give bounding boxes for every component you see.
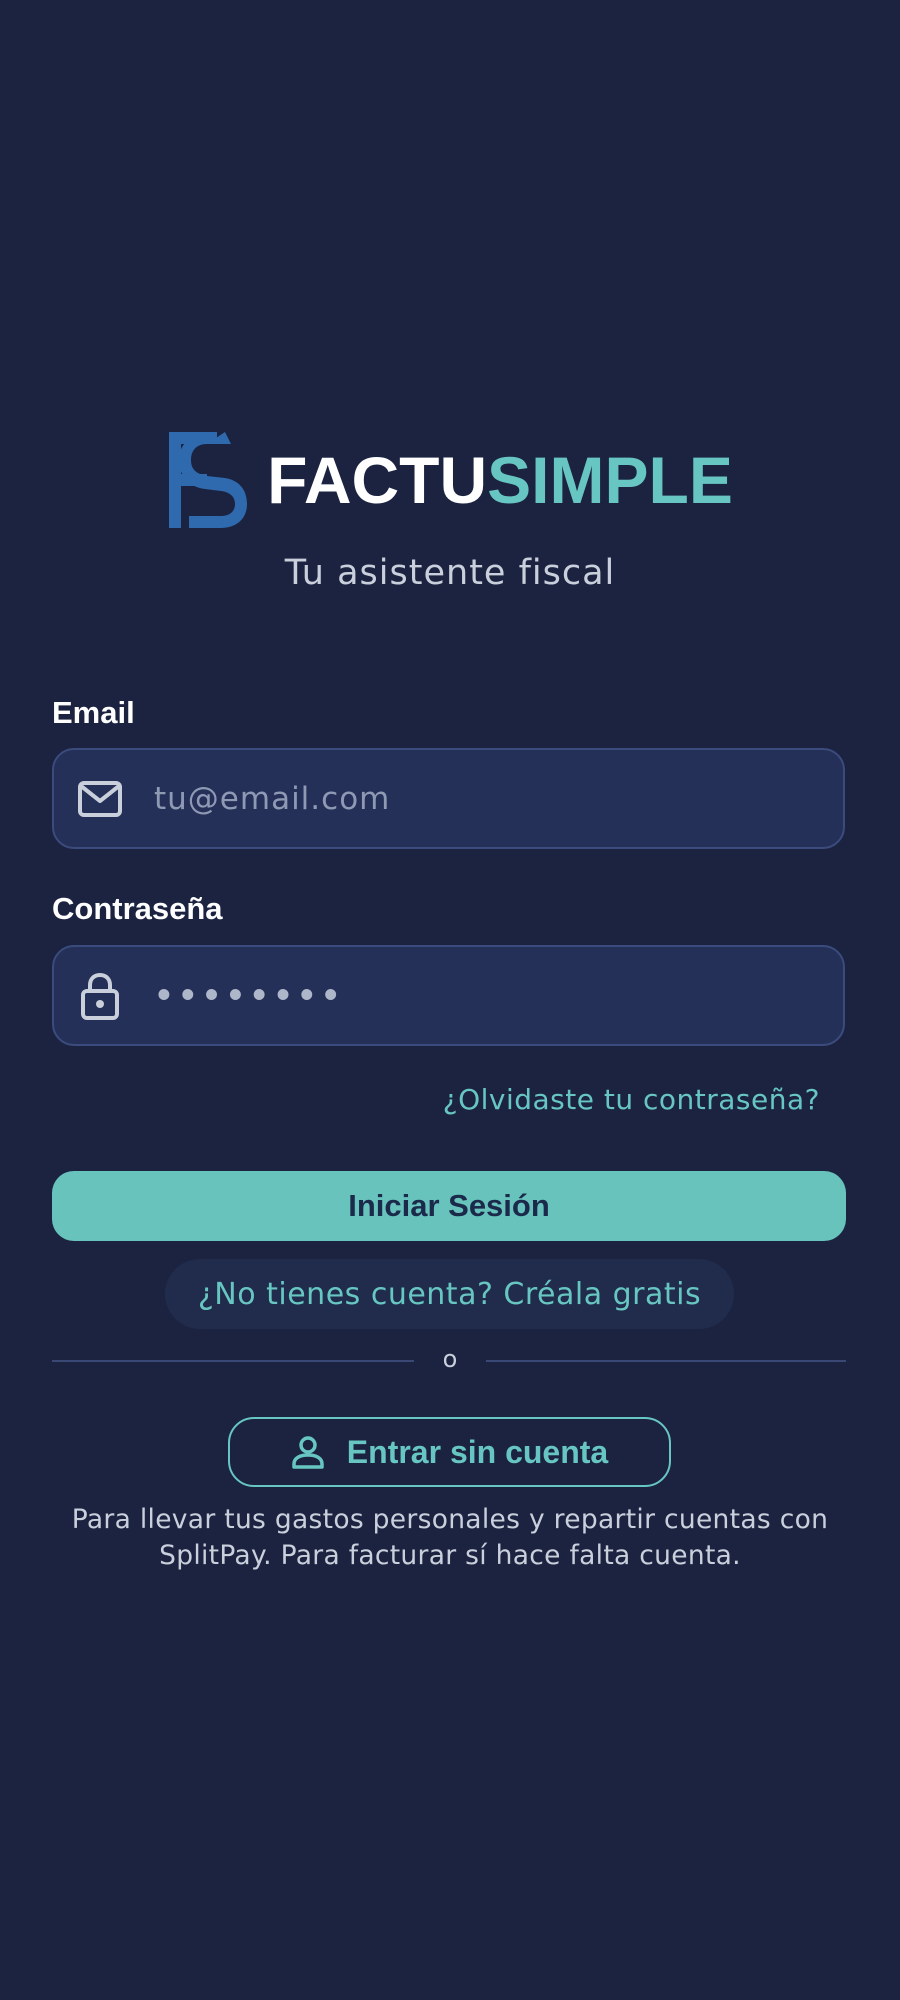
divider-text: o	[442, 1345, 458, 1373]
divider-left	[52, 1360, 414, 1362]
mail-icon	[75, 774, 125, 824]
guest-login-label: Entrar sin cuenta	[346, 1433, 609, 1470]
email-input[interactable]	[152, 779, 843, 818]
logo-mark-icon	[169, 432, 248, 528]
brand-name-part2: SIMPLE	[487, 443, 733, 517]
signup-link[interactable]: ¿No tienes cuenta? Créala gratis	[165, 1259, 734, 1329]
email-label: Email	[52, 695, 135, 730]
password-input[interactable]	[152, 976, 843, 1015]
brand-logo: FACTUSIMPLE	[0, 425, 900, 535]
forgot-password-link[interactable]: ¿Olvidaste tu contraseña?	[443, 1083, 820, 1116]
login-button[interactable]: Iniciar Sesión	[52, 1171, 846, 1241]
password-field-container[interactable]	[52, 945, 845, 1046]
brand-name: FACTUSIMPLE	[267, 447, 733, 513]
guest-login-button[interactable]: Entrar sin cuenta	[228, 1417, 671, 1487]
divider-right	[486, 1360, 846, 1362]
brand-name-part1: FACTU	[267, 443, 488, 517]
password-label: Contraseña	[52, 891, 223, 926]
login-screen: FACTUSIMPLE Tu asistente fiscal Email Co…	[0, 0, 900, 2000]
guest-note: Para llevar tus gastos personales y repa…	[71, 1504, 829, 1571]
email-field-container[interactable]	[52, 748, 845, 849]
tagline: Tu asistente fiscal	[284, 553, 616, 593]
lock-icon	[75, 971, 125, 1021]
user-icon	[292, 1436, 324, 1469]
